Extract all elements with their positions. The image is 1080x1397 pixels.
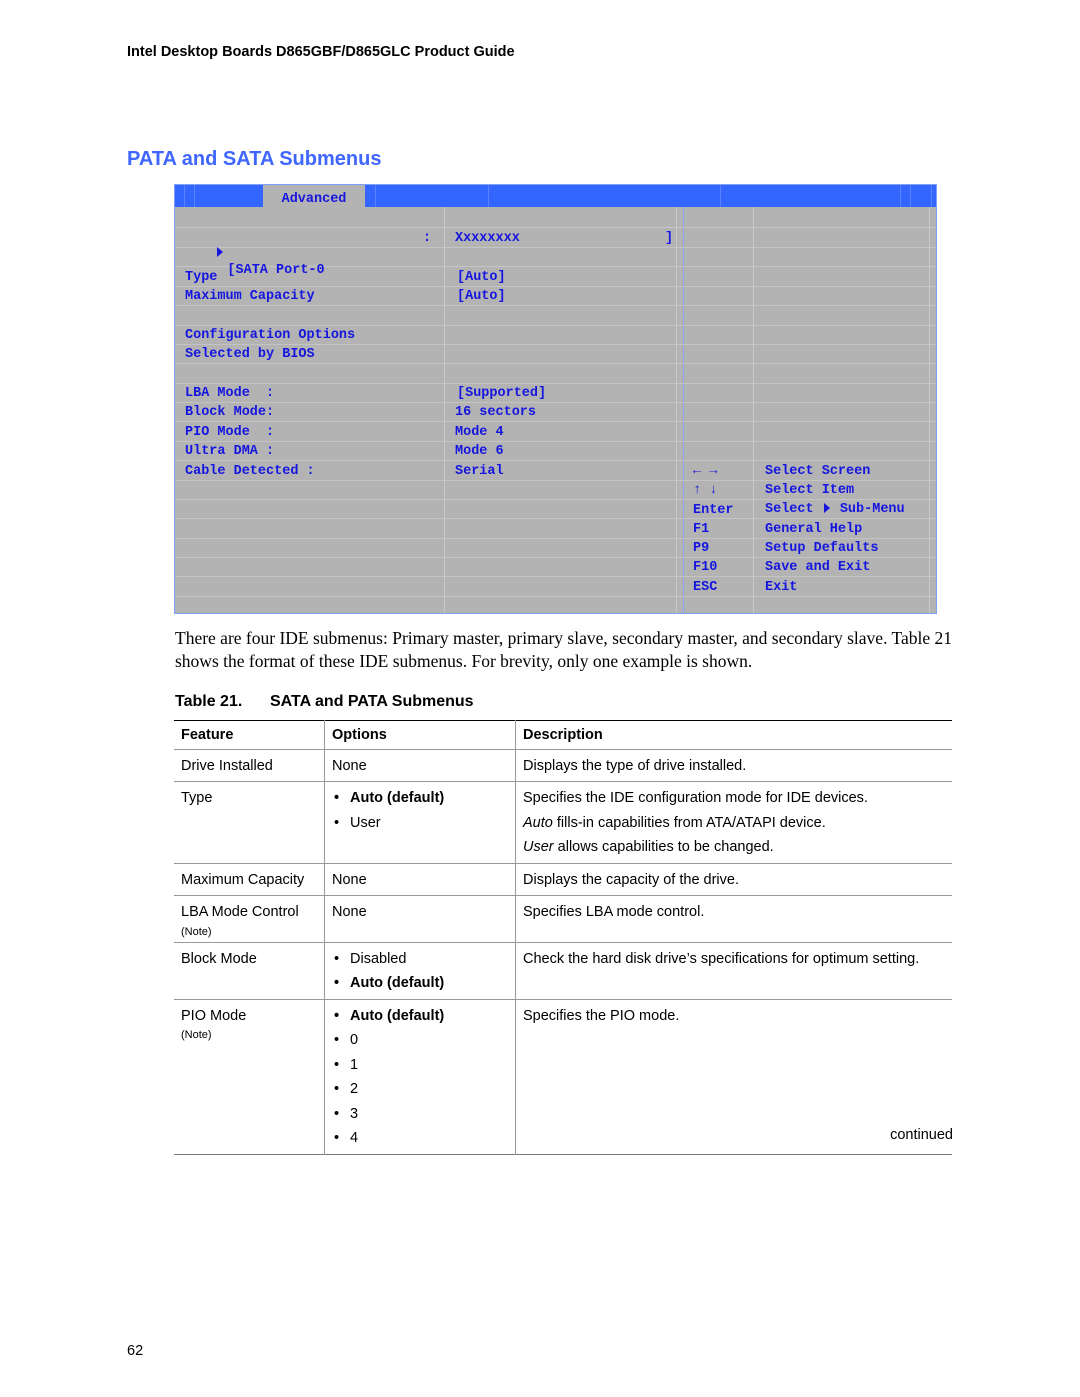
table-row: Drive Installed None Displays the type o… xyxy=(174,749,952,782)
options-cell: None xyxy=(324,895,516,942)
bios-tab-advanced[interactable]: Advanced xyxy=(263,185,365,209)
submenu-arrow-icon xyxy=(217,246,224,257)
help-panel-divider xyxy=(683,207,684,613)
table-row: PIO Mode (Note) Auto (default) 0 1 2 3 4… xyxy=(174,999,952,1154)
info-value: Serial xyxy=(455,464,504,479)
feature-cell: Block Mode xyxy=(181,950,257,967)
note-reference: (Note) xyxy=(181,1029,212,1041)
setting-max-capacity-label[interactable]: Maximum Capacity xyxy=(185,289,315,305)
table-caption-title: SATA and PATA Submenus xyxy=(270,693,474,710)
table-row: Maximum Capacity None Displays the capac… xyxy=(174,863,952,896)
info-value: Mode 4 xyxy=(455,425,504,440)
options-cell: Disabled Auto (default) xyxy=(324,942,516,999)
info-label: PIO Mode : xyxy=(185,425,275,440)
submenu-arrow-icon xyxy=(823,503,830,514)
info-value: [Supported] xyxy=(457,386,547,401)
help-key-p9: P9 xyxy=(693,541,710,556)
help-key-esc: ESC xyxy=(693,580,718,595)
option-item: 1 xyxy=(332,1053,509,1078)
help-key-f1: F1 xyxy=(693,522,710,537)
sata-port-separator: : xyxy=(423,231,432,246)
setting-max-capacity-value[interactable]: [Auto] xyxy=(457,289,506,305)
option-item: Auto (default) xyxy=(332,1004,509,1029)
page-number: 62 xyxy=(127,1343,144,1359)
setting-type-label[interactable]: Type xyxy=(185,270,217,286)
info-value: Mode 6 xyxy=(455,444,504,459)
description-cell: Displays the capacity of the drive. xyxy=(515,863,952,896)
description-cell: Specifies the PIO mode. xyxy=(515,999,952,1154)
help-action: Exit xyxy=(765,580,798,595)
help-key-arrows-lr: ← → xyxy=(693,464,718,479)
help-action: Select Sub-Menu xyxy=(765,502,905,517)
info-label: Ultra DMA : xyxy=(185,444,275,459)
table-row: Type Auto (default) User Specifies the I… xyxy=(174,781,952,863)
option-item: 4 xyxy=(332,1126,509,1151)
description-line: Auto fills-in capabilities from ATA/ATAP… xyxy=(523,814,826,831)
info-value: 16 sectors xyxy=(455,405,537,420)
help-key-arrows-ud: ↑ ↓ xyxy=(693,483,718,498)
feature-cell: LBA Mode Control (Note) xyxy=(174,896,325,943)
table-caption: Table 21. SATA and PATA Submenus xyxy=(175,693,474,711)
info-label: Cable Detected : xyxy=(185,464,315,479)
description-line: Specifies the IDE configuration mode for… xyxy=(523,790,868,806)
table-row: Block Mode Disabled Auto (default) Check… xyxy=(174,942,952,999)
sata-port-close-bracket: ] xyxy=(665,231,674,246)
continued-label: continued xyxy=(890,1127,953,1143)
setting-type-value[interactable]: [Auto] xyxy=(457,270,506,286)
option-item: User xyxy=(332,811,509,836)
config-options-subheading: Selected by BIOS xyxy=(185,347,315,362)
help-action: Save and Exit xyxy=(765,560,871,575)
header-description: Description xyxy=(515,720,952,749)
description-cell: Check the hard disk drive’s specificatio… xyxy=(515,942,952,999)
option-item: Auto (default) xyxy=(332,971,509,996)
note-reference: (Note) xyxy=(181,925,212,938)
config-options-heading: Configuration Options xyxy=(185,328,356,343)
header-feature: Feature xyxy=(181,727,234,743)
option-item: 3 xyxy=(332,1102,509,1127)
option-item: 2 xyxy=(332,1077,509,1102)
description-cell: Specifies the IDE configuration mode for… xyxy=(515,781,952,863)
description-cell: Specifies LBA mode control. xyxy=(515,895,952,942)
feature-cell: PIO Mode (Note) xyxy=(174,999,325,1154)
table-caption-number: Table 21. xyxy=(175,693,243,710)
submenu-table: Feature Options Description Drive Instal… xyxy=(174,720,952,1155)
info-label: Block Mode: xyxy=(185,405,275,420)
option-item: Disabled xyxy=(332,947,509,972)
header-options: Options xyxy=(324,720,516,749)
description-cell: Displays the type of drive installed. xyxy=(515,749,952,782)
feature-cell: Maximum Capacity xyxy=(181,871,305,888)
options-cell: Auto (default) User xyxy=(324,781,516,863)
feature-cell: Drive Installed xyxy=(181,757,273,774)
help-key-f10: F10 xyxy=(693,560,718,575)
sata-port-value: Xxxxxxxx xyxy=(455,231,520,246)
bios-setup-screen: Advanced [SATA Port-0 : Xxxxxxxx ] Type … xyxy=(174,184,937,614)
option-item: Auto (default) xyxy=(332,786,509,811)
help-action: Select Item xyxy=(765,483,855,498)
intro-paragraph: There are four IDE submenus: Primary mas… xyxy=(175,628,952,671)
options-cell: None xyxy=(324,749,516,782)
description-line: User allows capabilities to be changed. xyxy=(523,839,774,855)
table-row: LBA Mode Control (Note) None Specifies L… xyxy=(174,895,952,943)
info-label: LBA Mode : xyxy=(185,386,275,401)
section-title: PATA and SATA Submenus xyxy=(127,148,382,170)
feature-cell: Type xyxy=(181,790,213,806)
table-header-row: Feature Options Description xyxy=(174,720,952,749)
help-action: Setup Defaults xyxy=(765,541,879,556)
help-key-enter: Enter xyxy=(693,503,734,518)
help-action: Select Screen xyxy=(765,464,871,479)
options-cell: None xyxy=(324,863,516,896)
help-action: General Help xyxy=(765,522,863,537)
running-header: Intel Desktop Boards D865GBF/D865GLC Pro… xyxy=(127,44,515,60)
option-item: 0 xyxy=(332,1028,509,1053)
options-cell: Auto (default) 0 1 2 3 4 xyxy=(324,999,516,1154)
